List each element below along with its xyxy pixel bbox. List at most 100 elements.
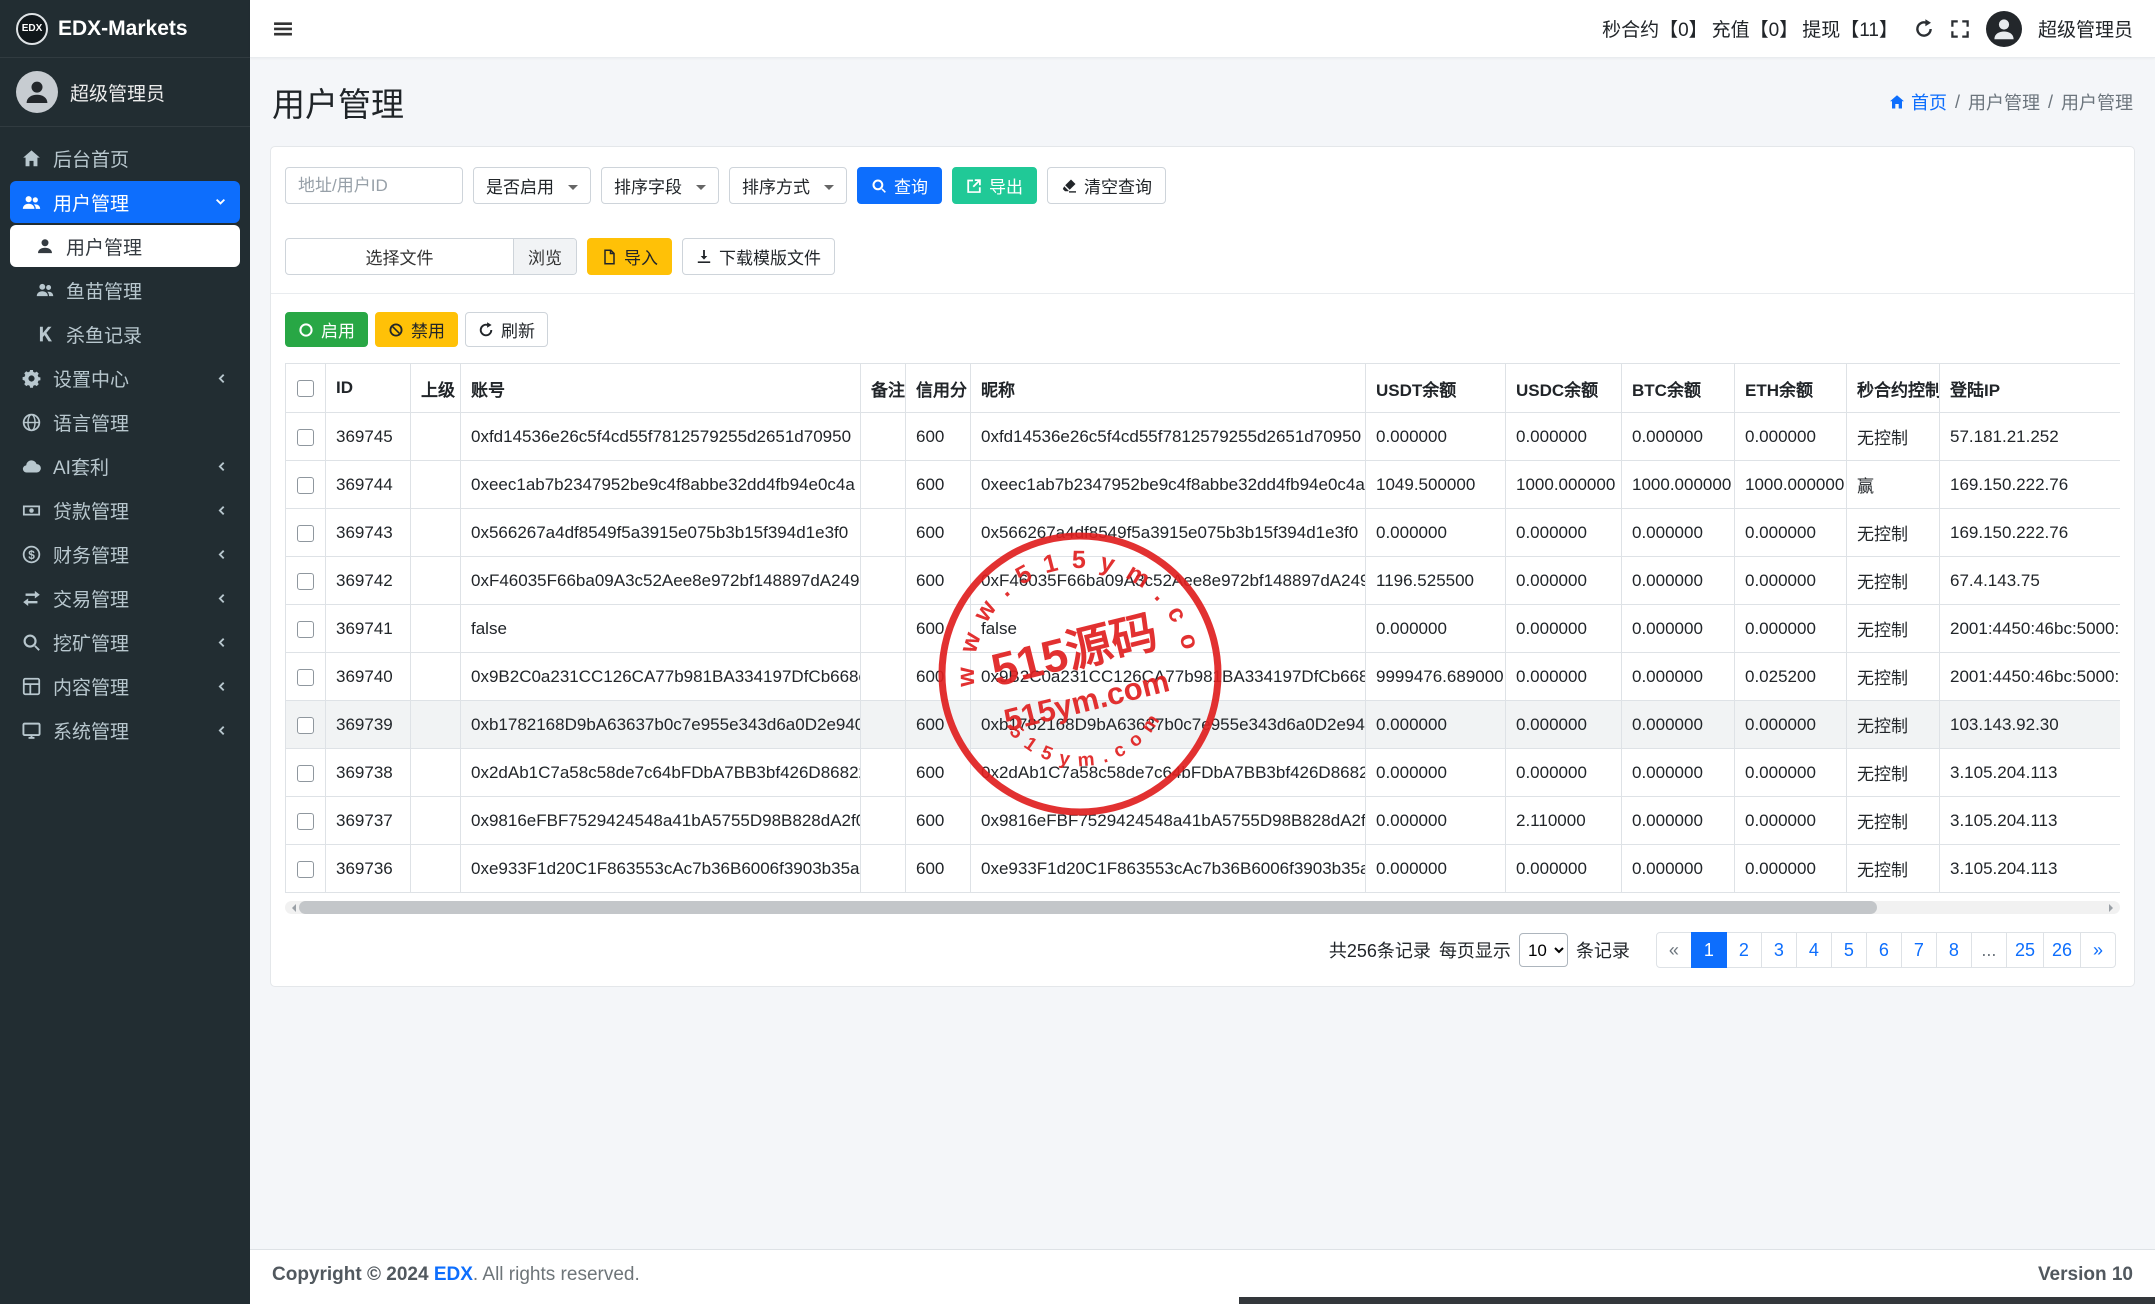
pager-ellipsis[interactable]: ... <box>1970 932 2007 968</box>
pager-page-25[interactable]: 25 <box>2005 932 2044 968</box>
cell-note <box>860 844 906 893</box>
refresh-button[interactable]: 刷新 <box>465 312 548 347</box>
cell-control: 无控制 <box>1846 412 1940 461</box>
sidebar-item-dashboard[interactable]: 后台首页 <box>10 137 240 179</box>
cell-id: 369737 <box>325 796 411 845</box>
cell-note <box>860 604 906 653</box>
cell-usdt: 0.000000 <box>1365 700 1506 749</box>
refresh-icon[interactable] <box>1914 18 1934 39</box>
sidebar-subitem-kill-record[interactable]: 杀鱼记录 <box>10 313 240 355</box>
page-head: 用户管理 首页 / 用户管理 / 用户管理 <box>272 78 2133 126</box>
sidebar-subitem-user-management[interactable]: 用户管理 <box>10 225 240 267</box>
pager-page-26[interactable]: 26 <box>2042 932 2081 968</box>
cell-btc: 0.000000 <box>1621 844 1735 893</box>
filter-select-sort-field[interactable]: 排序字段 <box>601 167 719 204</box>
scrollbar-thumb[interactable] <box>299 901 1878 914</box>
sidebar-item-finance-management[interactable]: $ 财务管理 <box>10 533 240 575</box>
scrollbar-left-arrow[interactable] <box>288 904 296 912</box>
enable-button[interactable]: 启用 <box>285 312 368 347</box>
horizontal-scrollbar[interactable] <box>285 901 2120 914</box>
table-row: 369737 0x9816eFBF7529424548a41bA5755D98B8… <box>285 796 2120 845</box>
cell-eth: 0.000000 <box>1734 508 1847 557</box>
cell-credit: 600 <box>905 796 971 845</box>
sidebar-item-system-management[interactable]: 系统管理 <box>10 709 240 751</box>
pager-page-1[interactable]: 1 <box>1690 932 1727 968</box>
magnifier-icon <box>22 633 41 652</box>
sidebar-item-mining-management[interactable]: 挖矿管理 <box>10 621 240 663</box>
pager-page-3[interactable]: 3 <box>1760 932 1797 968</box>
table-header-row: ID 上级 账号 备注 信用分 昵称 USDT余额 USDC余额 BTC余额 ETH余额 秒合约控制… <box>285 363 2120 413</box>
sidebar-item-label: 后台首页 <box>53 149 130 171</box>
clear-query-button[interactable]: 清空查询 <box>1047 167 1166 204</box>
breadcrumb: 首页 / 用户管理 / 用户管理 <box>1889 89 2133 115</box>
row-checkbox[interactable] <box>297 764 314 782</box>
filter-select-enabled[interactable]: 是否启用 <box>473 167 591 204</box>
export-button[interactable]: 导出 <box>952 167 1037 204</box>
chevron-left-icon <box>213 679 228 694</box>
sidebar-item-content-management[interactable]: 内容管理 <box>10 665 240 707</box>
hamburger-menu-icon[interactable] <box>272 18 294 40</box>
pager-page-6[interactable]: 6 <box>1865 932 1902 968</box>
row-checkbox[interactable] <box>297 668 314 686</box>
pager-prev[interactable]: « <box>1655 932 1692 968</box>
chevron-down-icon <box>213 195 228 210</box>
cell-control: 无控制 <box>1846 844 1940 893</box>
cell-control: 无控制 <box>1846 700 1940 749</box>
per-page-select[interactable]: 10 <box>1518 933 1568 967</box>
users-icon <box>22 193 41 212</box>
pager-page-7[interactable]: 7 <box>1900 932 1937 968</box>
topbar-avatar[interactable] <box>1985 10 2022 47</box>
search-input[interactable] <box>285 167 463 204</box>
disable-button[interactable]: 禁用 <box>375 312 458 347</box>
row-checkbox[interactable] <box>297 572 314 590</box>
select-all-checkbox[interactable] <box>297 380 314 398</box>
scrollbar-right-arrow[interactable] <box>2109 904 2117 912</box>
row-checkbox[interactable] <box>297 860 314 878</box>
breadcrumb-item: 用户管理 <box>1967 93 2040 113</box>
cell-control: 赢 <box>1846 460 1940 509</box>
row-checkbox[interactable] <box>297 620 314 638</box>
row-checkbox[interactable] <box>297 524 314 542</box>
stat-deposit[interactable]: 充值【0】 <box>1712 15 1799 42</box>
filter-select-sort-order[interactable]: 排序方式 <box>729 167 847 204</box>
sidebar-item-language-management[interactable]: 语言管理 <box>10 401 240 443</box>
stat-withdraw[interactable]: 提现【11】 <box>1802 15 1898 42</box>
breadcrumb-home-link[interactable]: 首页 <box>1889 89 1947 115</box>
sidebar-item-ai-arbitrage[interactable]: AI套利 <box>10 445 240 487</box>
cell-eth: 0.000000 <box>1734 556 1847 605</box>
sidebar-subitem-label: 用户管理 <box>66 237 143 259</box>
file-input[interactable]: 选择文件 浏览 <box>285 238 577 275</box>
download-template-button[interactable]: 下载模版文件 <box>682 238 835 275</box>
row-checkbox[interactable] <box>297 476 314 494</box>
sidebar-item-user-management[interactable]: 用户管理 <box>10 181 240 223</box>
pager-page-2[interactable]: 2 <box>1725 932 1762 968</box>
sidebar-subitem-fry-management[interactable]: 鱼苗管理 <box>10 269 240 311</box>
user-table: ID 上级 账号 备注 信用分 昵称 USDT余额 USDC余额 BTC余额 ETH余额 秒合约控制… <box>285 363 2120 893</box>
row-checkbox[interactable] <box>297 428 314 446</box>
chevron-left-icon <box>213 371 228 386</box>
topbar-username[interactable]: 超级管理员 <box>2038 15 2133 42</box>
fullscreen-icon[interactable] <box>1950 19 1970 39</box>
cell-id: 369740 <box>325 652 411 701</box>
pager-page-5[interactable]: 5 <box>1830 932 1867 968</box>
sidebar-item-loan-management[interactable]: 贷款管理 <box>10 489 240 531</box>
import-button[interactable]: 导入 <box>587 238 672 275</box>
row-checkbox[interactable] <box>297 812 314 830</box>
pager-page-4[interactable]: 4 <box>1795 932 1832 968</box>
cell-usdc: 0.000000 <box>1505 748 1622 797</box>
row-checkbox[interactable] <box>297 716 314 734</box>
breadcrumb-separator: / <box>1954 91 1960 112</box>
browse-button[interactable]: 浏览 <box>513 239 576 274</box>
stat-second-contract[interactable]: 秒合约【0】 <box>1602 15 1708 42</box>
pager-next[interactable]: » <box>2080 932 2116 968</box>
cell-usdt: 0.000000 <box>1365 844 1506 893</box>
query-button[interactable]: 查询 <box>857 167 942 204</box>
footer-brand-link[interactable]: EDX <box>434 1264 473 1285</box>
sidebar-item-settings-center[interactable]: 设置中心 <box>10 357 240 399</box>
download-icon <box>696 249 712 265</box>
pager-page-8[interactable]: 8 <box>1935 932 1972 968</box>
cell-account: 0x9816eFBF7529424548a41bA5755D98B828dA2f… <box>460 796 861 845</box>
chevron-left-icon <box>213 503 228 518</box>
sidebar-item-trade-management[interactable]: 交易管理 <box>10 577 240 619</box>
sidebar-subitem-label: 鱼苗管理 <box>66 281 143 303</box>
